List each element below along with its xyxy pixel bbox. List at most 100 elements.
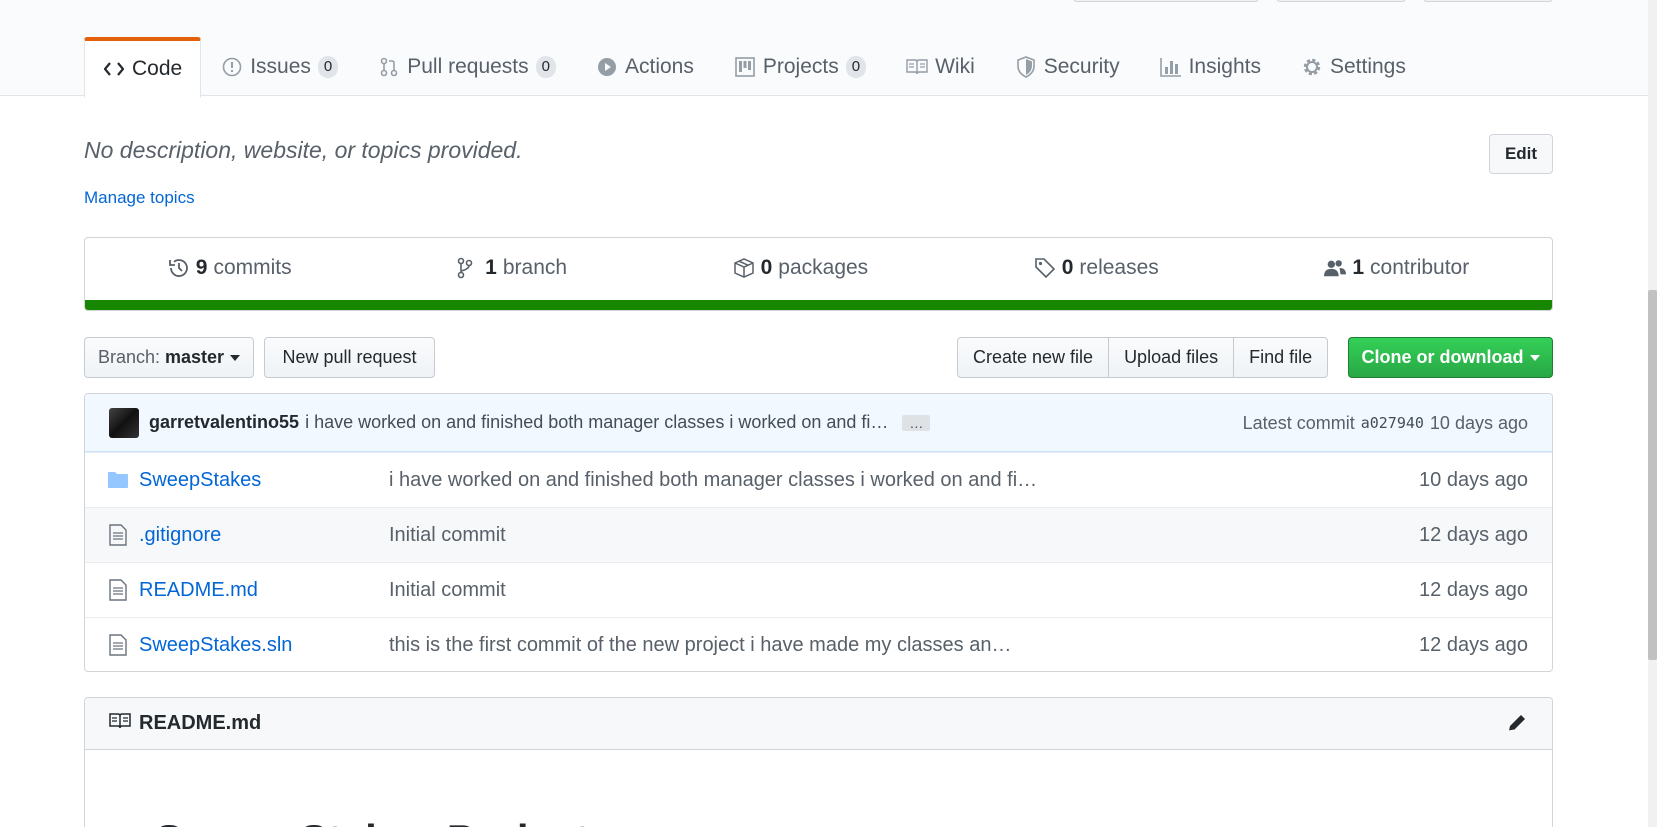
readme-filename[interactable]: README.md xyxy=(139,712,261,735)
repo-description: No description, website, or topics provi… xyxy=(84,137,523,163)
file-link[interactable]: .gitignore xyxy=(139,524,221,547)
table-row: .gitignore Initial commit 12 days ago xyxy=(85,507,1552,562)
releases-count: 0 xyxy=(1061,256,1074,279)
history-icon xyxy=(168,257,190,279)
manage-topics-link[interactable]: Manage topics xyxy=(84,188,195,208)
expand-commit-button[interactable]: … xyxy=(902,414,931,431)
upload-files-button[interactable]: Upload files xyxy=(1108,337,1235,378)
tab-pull-requests[interactable]: Pull requests 0 xyxy=(358,37,576,97)
clone-or-download-button[interactable]: Clone or download xyxy=(1348,337,1553,378)
tab-insights[interactable]: Insights xyxy=(1140,37,1281,97)
star-button-edge[interactable] xyxy=(1276,0,1406,2)
latest-commit-label: Latest commit xyxy=(1242,412,1355,433)
fork-button-edge[interactable] xyxy=(1423,0,1553,2)
commits-label: commits xyxy=(213,256,292,279)
latest-commit-info: Latest commit a027940 10 days ago xyxy=(1243,394,1528,452)
numbers-summary: 9 commits 1 branch 0 packages 0 releases xyxy=(84,237,1553,311)
new-pull-request-button[interactable]: New pull request xyxy=(264,337,435,378)
tag-icon xyxy=(1034,257,1056,279)
file-link[interactable]: SweepStakes xyxy=(139,469,261,492)
tab-label: Issues xyxy=(250,55,311,78)
file-navigation: garretvalentino55 i have worked on and f… xyxy=(84,393,1553,672)
commits-link[interactable]: 9 commits xyxy=(168,256,292,280)
file-link[interactable]: README.md xyxy=(139,579,258,602)
commit-author[interactable]: garretvalentino55 xyxy=(149,412,299,433)
book-icon xyxy=(109,712,131,736)
file-commit-message[interactable]: Initial commit xyxy=(389,579,506,602)
tab-security[interactable]: Security xyxy=(995,37,1140,97)
table-row: SweepStakes.sln this is the first commit… xyxy=(85,617,1552,671)
shield-icon xyxy=(1015,56,1037,78)
scrollbar-thumb[interactable] xyxy=(1648,290,1657,660)
folder-icon xyxy=(107,469,129,491)
find-file-button[interactable]: Find file xyxy=(1233,337,1329,378)
pencil-icon[interactable] xyxy=(1506,712,1528,740)
project-icon xyxy=(734,56,756,78)
tab-wiki[interactable]: Wiki xyxy=(886,37,995,97)
latest-commit-bar: garretvalentino55 i have worked on and f… xyxy=(85,394,1552,452)
releases-label: releases xyxy=(1079,256,1159,279)
packages-label: packages xyxy=(778,256,869,279)
table-row: SweepStakes i have worked on and finishe… xyxy=(85,452,1552,507)
code-icon xyxy=(103,58,125,80)
file-icon xyxy=(107,579,129,601)
contributors-count: 1 xyxy=(1352,256,1365,279)
avatar[interactable] xyxy=(109,407,139,438)
book-icon xyxy=(906,56,928,78)
packages-count: 0 xyxy=(760,256,773,279)
play-icon xyxy=(596,56,618,78)
tab-settings[interactable]: Settings xyxy=(1281,37,1426,97)
issue-opened-icon xyxy=(221,56,243,78)
tab-projects[interactable]: Projects 0 xyxy=(714,37,886,97)
file-icon xyxy=(107,524,129,546)
graph-icon xyxy=(1159,56,1182,78)
language-bar[interactable] xyxy=(85,300,1552,310)
readme-heading: Sweep Stakes Project xyxy=(155,816,589,827)
tab-label: Code xyxy=(132,57,183,80)
edit-description-button[interactable]: Edit xyxy=(1489,134,1553,174)
branches-label: branch xyxy=(502,256,568,279)
tab-code[interactable]: Code xyxy=(84,37,202,98)
file-age: 12 days ago xyxy=(1419,523,1528,546)
readme-header: README.md xyxy=(85,698,1552,750)
create-new-file-button[interactable]: Create new file xyxy=(957,337,1110,378)
file-link[interactable]: SweepStakes.sln xyxy=(139,634,292,657)
repo-nav: Code Issues 0 Pull requests 0 Actions Pr… xyxy=(84,37,1426,98)
file-actions-group: Create new file Upload files Find file xyxy=(957,337,1329,378)
branch-name: master xyxy=(165,347,225,367)
commits-count: 9 xyxy=(195,256,208,279)
tab-label: Pull requests xyxy=(407,55,529,78)
branches-link[interactable]: 1 branch xyxy=(457,256,567,280)
branches-count: 1 xyxy=(485,256,497,279)
gear-icon xyxy=(1301,56,1323,78)
git-pull-request-icon xyxy=(378,56,400,78)
tab-label: Insights xyxy=(1188,55,1261,78)
file-commit-message[interactable]: this is the first commit of the new proj… xyxy=(389,634,1011,657)
clone-label: Clone or download xyxy=(1361,347,1524,367)
commit-sha[interactable]: a027940 xyxy=(1361,414,1424,432)
branch-prefix: Branch: xyxy=(97,347,160,367)
tab-label: Security xyxy=(1043,55,1120,78)
tab-actions[interactable]: Actions xyxy=(576,37,714,97)
file-commit-message[interactable]: i have worked on and finished both manag… xyxy=(389,469,1037,492)
tab-issues[interactable]: Issues 0 xyxy=(201,37,358,97)
tab-label: Wiki xyxy=(935,55,975,78)
table-row: README.md Initial commit 12 days ago xyxy=(85,562,1552,617)
releases-link[interactable]: 0 releases xyxy=(1034,256,1159,280)
readme-panel: README.md Sweep Stakes Project xyxy=(84,697,1553,827)
chevron-down-icon xyxy=(1529,354,1540,361)
packages-link[interactable]: 0 packages xyxy=(733,256,869,280)
file-age: 12 days ago xyxy=(1419,633,1528,656)
commit-message[interactable]: i have worked on and finished both manag… xyxy=(305,412,888,433)
issues-counter: 0 xyxy=(317,56,339,78)
file-age: 10 days ago xyxy=(1419,468,1528,491)
tab-label: Actions xyxy=(625,55,694,78)
commit-age: 10 days ago xyxy=(1429,412,1528,433)
branch-select-button[interactable]: Branch: master xyxy=(84,337,254,378)
watch-button-edge[interactable] xyxy=(1073,0,1259,2)
contributors-link[interactable]: 1 contributor xyxy=(1324,256,1469,280)
package-icon xyxy=(733,257,755,279)
file-commit-message[interactable]: Initial commit xyxy=(389,524,506,547)
file-icon xyxy=(107,634,129,656)
file-age: 12 days ago xyxy=(1419,578,1528,601)
